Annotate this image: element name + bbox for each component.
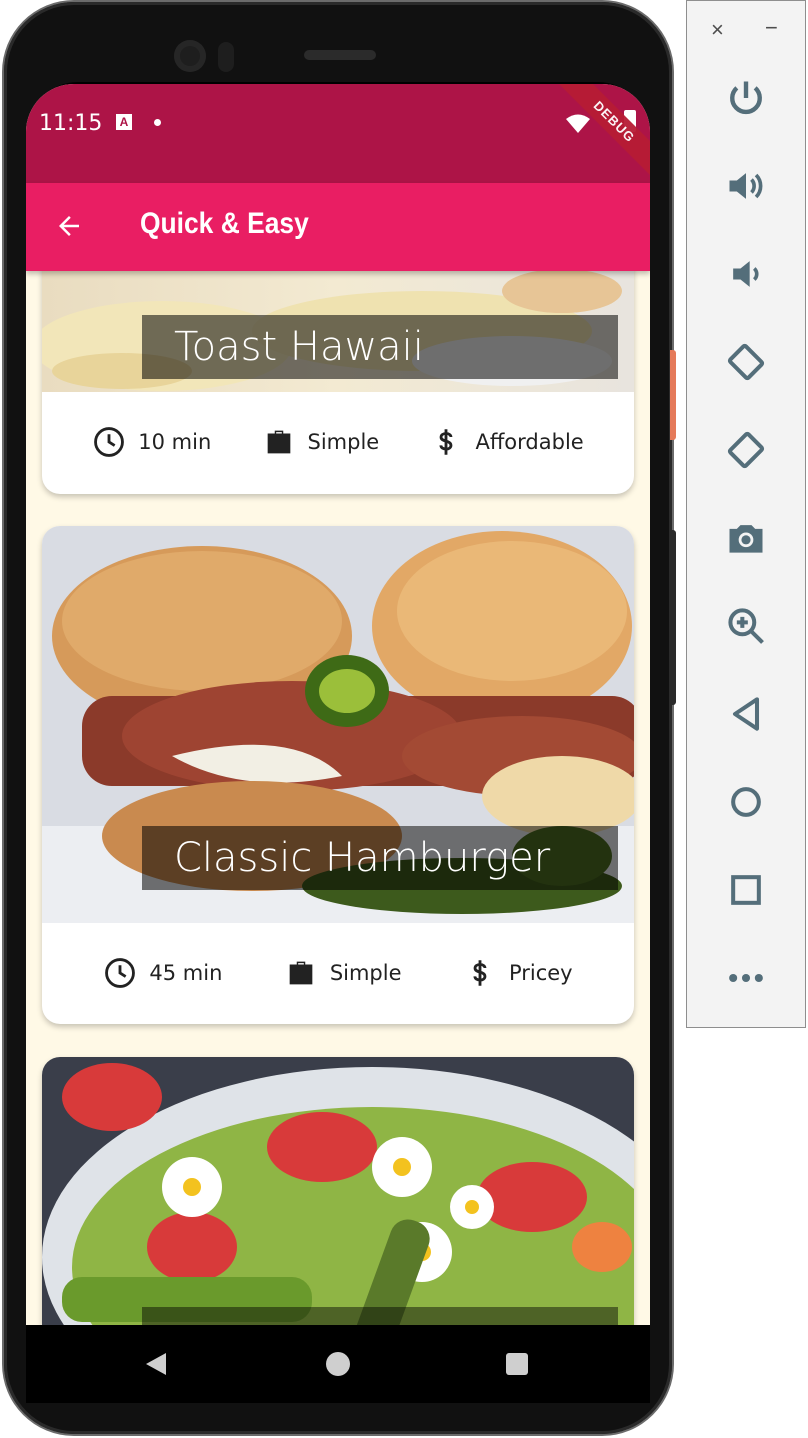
dollar-icon <box>473 960 487 986</box>
meal-details-row: 10 min Simple Affordable <box>42 392 634 492</box>
volume-up-icon <box>729 173 763 199</box>
rotate-left-icon <box>727 343 765 381</box>
minimize-icon[interactable]: − <box>765 15 778 41</box>
meal-list[interactable]: Toast Hawaii 10 min Simple Affordable Cl… <box>26 271 650 1325</box>
zoom-button[interactable] <box>723 603 769 649</box>
notification-icon: A <box>116 114 132 130</box>
briefcase-icon <box>267 430 290 454</box>
back-button[interactable] <box>723 691 769 737</box>
home-button[interactable] <box>723 779 769 825</box>
complexity-info: Simple <box>284 956 402 990</box>
meal-card-toast-hawaii[interactable]: Toast Hawaii 10 min Simple Affordable <box>42 271 634 494</box>
overview-button[interactable] <box>723 867 769 913</box>
proximity-sensor <box>218 42 234 72</box>
status-bar: 11:15 A DEBUG <box>26 84 650 183</box>
screenshot-button[interactable] <box>723 515 769 561</box>
rotate-left-button[interactable] <box>723 339 769 385</box>
duration-info: 45 min <box>103 956 222 990</box>
volume-side-button[interactable] <box>670 530 676 705</box>
close-icon[interactable]: × <box>711 17 724 43</box>
home-circle-icon <box>731 787 761 817</box>
clock-icon <box>94 427 125 457</box>
meal-title: Classic Hamburger <box>142 826 618 890</box>
earpiece-speaker <box>304 50 376 60</box>
arrow-back-icon[interactable] <box>54 211 84 241</box>
affordability-info: Pricey <box>463 956 573 990</box>
complexity-info: Simple <box>262 425 380 459</box>
clock-icon <box>105 958 136 988</box>
rotate-right-button[interactable] <box>723 427 769 473</box>
overview-square-icon <box>731 875 761 905</box>
duration-label: 10 min <box>138 430 212 454</box>
rotate-right-icon <box>727 431 765 469</box>
duration-info: 10 min <box>92 425 211 459</box>
affordability-info: Affordable <box>429 425 584 459</box>
affordability-label: Affordable <box>475 430 584 454</box>
nav-home-icon[interactable] <box>326 1352 350 1376</box>
meal-card-salad[interactable] <box>42 1057 634 1325</box>
meal-image <box>42 1057 634 1325</box>
meal-title: Toast Hawaii <box>142 315 618 379</box>
volume-up-button[interactable] <box>723 163 769 209</box>
complexity-label: Simple <box>307 430 380 454</box>
more-icon <box>729 973 763 983</box>
zoom-in-icon <box>728 608 764 644</box>
affordability-label: Pricey <box>508 961 573 985</box>
power-button[interactable] <box>723 75 769 121</box>
power-side-button[interactable] <box>670 350 676 440</box>
dollar-icon <box>439 429 453 455</box>
more-button[interactable] <box>723 955 769 1001</box>
meal-card-classic-hamburger[interactable]: Classic Hamburger 45 min Simple Pricey <box>42 526 634 1024</box>
app-bar: Quick & Easy <box>26 183 650 271</box>
status-time: 11:15 <box>39 111 103 136</box>
volume-down-button[interactable] <box>723 251 769 297</box>
nav-recents-icon[interactable] <box>506 1353 528 1375</box>
meal-details-row: 45 min Simple Pricey <box>42 923 634 1023</box>
camera-icon <box>729 525 763 553</box>
front-camera <box>174 40 206 72</box>
power-icon <box>730 81 762 115</box>
duration-label: 45 min <box>149 961 223 985</box>
notification-dot-icon <box>154 119 161 126</box>
nav-back-icon[interactable] <box>144 1351 168 1377</box>
salad-image <box>42 1057 634 1325</box>
app-screen: 11:15 A DEBUG Quick & Easy Toast Hawaii … <box>26 84 650 1325</box>
volume-down-icon <box>733 261 759 287</box>
briefcase-icon <box>289 961 313 985</box>
system-nav-bar <box>26 1325 650 1403</box>
page-title: Quick & Easy <box>140 207 309 240</box>
back-triangle-icon <box>732 697 760 731</box>
complexity-label: Simple <box>329 961 402 985</box>
wifi-icon <box>566 114 590 133</box>
emulator-toolbar: × − <box>686 0 806 1028</box>
